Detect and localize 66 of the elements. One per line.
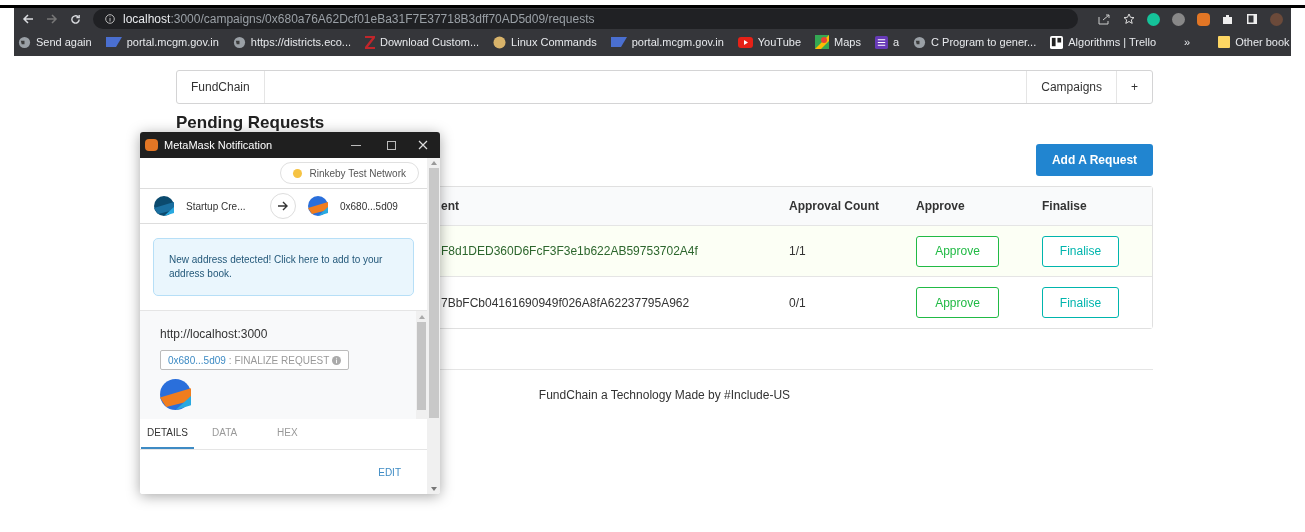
bookmarks-overflow[interactable]: » xyxy=(1184,33,1191,51)
z-logo-icon xyxy=(365,35,376,49)
info-icon xyxy=(332,355,342,365)
bookmark-item[interactable]: YouTube xyxy=(737,33,802,51)
method-tag: 0x680...5d09 : FINALIZE REQUEST xyxy=(160,350,350,370)
board-icon xyxy=(1050,35,1064,49)
reload-icon[interactable] xyxy=(70,13,81,25)
column-header: Approve xyxy=(916,198,966,215)
table-cell-text: F8d1DED360D6FcF3F3e1b622AB59753702A4f xyxy=(441,243,699,260)
table-cell-text: 7BbFCb04161690949f026A8fA62237795A962 xyxy=(441,294,691,312)
bookmark-item[interactable]: C Program to gener... xyxy=(913,33,1037,51)
ball-icon xyxy=(493,35,507,49)
inner-scrollbar[interactable] xyxy=(416,311,427,419)
globe-icon xyxy=(18,35,31,49)
scrollbar[interactable] xyxy=(427,158,440,494)
recipient-address: 0x680...5d09 xyxy=(340,199,398,214)
maximize-icon[interactable] xyxy=(387,140,396,150)
bookmark-item[interactable]: Send again xyxy=(18,33,92,51)
arrow-icon xyxy=(277,201,289,211)
bookmark-item[interactable]: Maps xyxy=(815,33,861,51)
avatar-icon xyxy=(308,196,328,216)
column-header: Finalise xyxy=(1042,198,1087,215)
bookmark-folder[interactable]: Other book xyxy=(1218,33,1290,51)
address-bar[interactable]: localhost:3000/campaigns/0x680a76A62Dcf01eBa31F7E37718B3dff70AD5d09/requests xyxy=(93,9,1078,29)
avatar-icon xyxy=(154,196,174,216)
bookmark-item[interactable]: a xyxy=(874,33,900,51)
url-text: localhost:3000/campaigns/0x680a76A62Dcf01eBa31F7E37718B3dff70AD5d09/requests xyxy=(123,11,595,28)
globe-icon xyxy=(232,35,246,49)
avatar-icon xyxy=(160,378,191,410)
extension-icon[interactable] xyxy=(1172,12,1185,26)
share-icon[interactable] xyxy=(1098,13,1111,25)
info-icon xyxy=(105,14,115,24)
edit-link[interactable]: EDIT xyxy=(378,464,401,480)
bookmark-item[interactable]: Linux Commands xyxy=(493,33,597,51)
add-request-button[interactable]: Add A Request xyxy=(1036,144,1153,176)
bookmark-item[interactable]: portal.mcgm.gov.in xyxy=(105,33,219,51)
minimize-icon[interactable] xyxy=(351,144,361,146)
bookmark-item[interactable]: Algorithms | Trello xyxy=(1050,33,1157,51)
sidebar-icon[interactable] xyxy=(1246,13,1258,25)
bookmark-item[interactable]: Download Custom... xyxy=(365,33,480,51)
back-icon[interactable] xyxy=(22,14,34,24)
folder-icon xyxy=(1218,36,1231,48)
star-icon[interactable] xyxy=(1123,13,1135,25)
youtube-icon xyxy=(737,36,753,48)
origin-url: http://localhost:3000 xyxy=(160,326,269,343)
bookmark-item[interactable]: https://districts.eco... xyxy=(232,33,352,51)
window-title: MetaMask Notification xyxy=(164,137,273,153)
table-cell-text: 1/1 xyxy=(789,243,807,260)
map-pin-icon xyxy=(815,35,830,49)
extension-icon[interactable] xyxy=(1147,12,1160,26)
menu-item[interactable]: FundChain xyxy=(177,71,265,103)
table-cell-text: 0/1 xyxy=(789,294,807,312)
column-header: Approval Count xyxy=(789,198,880,215)
list-icon xyxy=(874,35,888,49)
page-heading: Pending Requests xyxy=(176,113,326,133)
menu-item[interactable]: Campaigns xyxy=(1026,71,1116,103)
footer-text: FundChain a Technology Made by #Include-US xyxy=(537,387,792,404)
menu-item[interactable]: + xyxy=(1116,71,1152,103)
scroll-down-icon[interactable] xyxy=(430,487,437,491)
bookmark-item[interactable]: portal.mcgm.gov.in xyxy=(610,33,724,51)
globe-icon xyxy=(913,35,927,49)
column-header: ent xyxy=(441,198,460,215)
close-icon[interactable] xyxy=(418,140,428,150)
address-notice[interactable]: New address detected! Click here to add to your address book. xyxy=(153,238,414,296)
forward-icon[interactable] xyxy=(46,14,58,24)
sender-name: Startup Cre... xyxy=(186,199,246,214)
